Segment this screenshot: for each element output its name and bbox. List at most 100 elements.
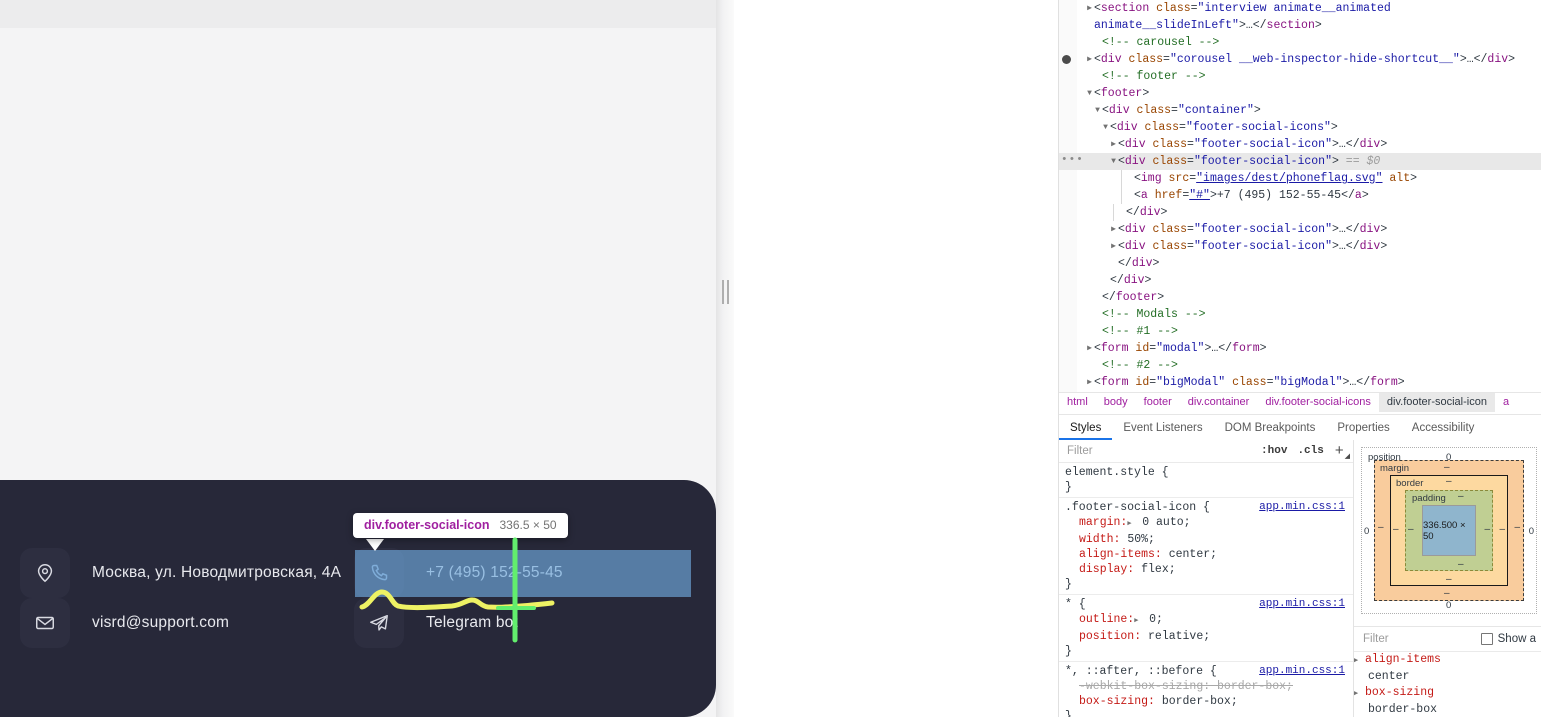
chevron-down-icon[interactable]: [1109, 153, 1118, 170]
dom-tree-row[interactable]: <form id="modal">…</form>: [1059, 340, 1541, 357]
panel-splitter[interactable]: [716, 0, 734, 717]
breadcrumb-item[interactable]: div.footer-social-icon: [1378, 393, 1495, 412]
dom-tree-row[interactable]: <!-- carousel -->: [1059, 34, 1541, 51]
css-rule[interactable]: *, ::after, ::before {app.min.css:1 -webk…: [1059, 662, 1353, 717]
cls-toggle-button[interactable]: .cls: [1292, 445, 1328, 457]
box-model-padding-top[interactable]: –: [1458, 491, 1464, 502]
dom-tree[interactable]: <section class="interview animate__anima…: [1059, 0, 1541, 392]
css-declaration[interactable]: margin: ▶ 0 auto;: [1065, 515, 1353, 532]
box-model-margin-left[interactable]: –: [1378, 522, 1384, 533]
box-model-padding-left[interactable]: –: [1408, 524, 1414, 535]
css-declaration[interactable]: outline: ▶ 0;: [1065, 612, 1353, 629]
chevron-down-icon[interactable]: [1085, 85, 1094, 102]
dom-tree-row[interactable]: <form id="bigModal" class="bigModal">…</…: [1059, 374, 1541, 391]
chevron-right-icon[interactable]: [1109, 136, 1118, 153]
dom-token-lnk[interactable]: "#": [1189, 189, 1210, 202]
dom-token-lnk[interactable]: "images/dest/phoneflag.svg": [1196, 172, 1382, 185]
box-model-diagram[interactable]: position 0 0 0 0 margin – – – – border –…: [1361, 447, 1537, 614]
css-property-value[interactable]: border-box;: [1155, 695, 1238, 708]
css-property-name[interactable]: margin:: [1065, 516, 1127, 529]
css-declaration[interactable]: -webkit-box-sizing: border-box;: [1065, 679, 1353, 694]
css-rule[interactable]: * {app.min.css:1 outline: ▶ 0; position: r…: [1059, 595, 1353, 662]
styles-filter-bar[interactable]: Filter :hov .cls +◢: [1059, 440, 1353, 463]
styles-filter-input[interactable]: Filter: [1059, 445, 1256, 457]
dom-tree-row[interactable]: <footer>: [1059, 85, 1541, 102]
box-model-border-right[interactable]: –: [1499, 524, 1505, 535]
checkbox-icon[interactable]: [1480, 633, 1493, 645]
splitter-grip-handle[interactable]: [721, 280, 730, 304]
chevron-right-icon[interactable]: [1109, 221, 1118, 238]
css-property-name[interactable]: box-sizing:: [1065, 695, 1155, 708]
chevron-right-icon[interactable]: [1085, 0, 1094, 17]
css-property-name[interactable]: position:: [1065, 630, 1141, 643]
box-model-margin-bottom[interactable]: –: [1444, 588, 1450, 599]
css-rule[interactable]: element.style {}: [1059, 463, 1353, 498]
breakpoint-dot-icon[interactable]: [1062, 55, 1071, 64]
dom-tree-row[interactable]: <div class="container">: [1059, 102, 1541, 119]
dom-tree-row[interactable]: <div class="footer-social-icon">…</div>: [1059, 136, 1541, 153]
chevron-down-icon[interactable]: [1093, 102, 1102, 119]
css-property-value[interactable]: 0;: [1142, 613, 1163, 626]
chevron-right-icon[interactable]: [1085, 51, 1094, 68]
dom-tree-row[interactable]: <!-- footer -->: [1059, 68, 1541, 85]
breadcrumb[interactable]: html body footer div.container div.footer-so…: [1059, 392, 1541, 412]
chevron-right-icon[interactable]: ▶: [1354, 653, 1363, 669]
css-rules-list[interactable]: element.style {} .footer-social-icon {app…: [1059, 463, 1353, 717]
dom-tree-row[interactable]: <div class="footer-social-icon">…</div>: [1059, 221, 1541, 238]
devtools-tab-bar[interactable]: Styles Event Listeners DOM Breakpoints Prop…: [1059, 414, 1541, 441]
tab-styles[interactable]: Styles: [1059, 415, 1112, 440]
css-declaration[interactable]: width: 50%;: [1065, 532, 1353, 547]
computed-filter-bar[interactable]: Filter Show a: [1354, 626, 1541, 652]
css-rule[interactable]: .footer-social-icon {app.min.css:1 margin…: [1059, 498, 1353, 595]
css-property-value[interactable]: 50%;: [1120, 533, 1155, 546]
css-property-value[interactable]: flex;: [1134, 563, 1176, 576]
css-property-value[interactable]: 0 auto;: [1135, 516, 1190, 529]
dom-tree-row[interactable]: <div class="footer-social-icon">…</div>: [1059, 238, 1541, 255]
computed-properties-list[interactable]: ▶ align-items center ▶ box-sizing border-box: [1354, 652, 1541, 717]
box-model-border-bottom[interactable]: –: [1446, 574, 1452, 585]
box-model-border-box[interactable]: border – – – – padding – – – – 336.500 ×…: [1390, 475, 1508, 586]
box-model-position-right[interactable]: 0: [1529, 526, 1534, 537]
breadcrumb-item[interactable]: html: [1059, 393, 1096, 412]
chevron-right-icon[interactable]: [1109, 238, 1118, 255]
dom-tree-row[interactable]: <a href="#">+7 (495) 152-55-45</a>: [1059, 187, 1541, 204]
dom-tree-row[interactable]: <section class="interview animate__anima…: [1059, 0, 1541, 17]
dom-tree-row[interactable]: <!-- #1 -->: [1059, 323, 1541, 340]
breadcrumb-item[interactable]: div.footer-social-icons: [1257, 393, 1379, 412]
box-model-padding-right[interactable]: –: [1484, 524, 1490, 535]
footer-contact-phone[interactable]: +7 (495) 152-55-45: [354, 548, 563, 598]
styles-pane[interactable]: Filter :hov .cls +◢ element.style {} .foo…: [1059, 440, 1354, 717]
box-model-border-left[interactable]: –: [1393, 524, 1399, 535]
computed-styles-pane[interactable]: position 0 0 0 0 margin – – – – border –…: [1354, 440, 1541, 717]
computed-property-row[interactable]: ▶ box-sizing: [1354, 685, 1541, 702]
css-property-value[interactable]: center;: [1162, 548, 1217, 561]
dom-tree-row[interactable]: <div class="corousel __web-inspector-hid…: [1059, 51, 1541, 68]
breadcrumb-item[interactable]: footer: [1136, 393, 1180, 412]
css-property-value[interactable]: border-box;: [1210, 680, 1293, 693]
footer-contact-email[interactable]: visrd@support.com: [20, 598, 341, 648]
footer-contact-telegram[interactable]: Telegram bot: [354, 598, 563, 648]
dom-tree-row[interactable]: <!-- Modals -->: [1059, 306, 1541, 323]
devtools-panel[interactable]: <section class="interview animate__anima…: [1058, 0, 1541, 717]
css-property-name[interactable]: width:: [1065, 533, 1120, 546]
box-model-margin-right[interactable]: –: [1514, 522, 1520, 533]
chevron-right-icon[interactable]: [1085, 340, 1094, 357]
css-rule-source-link[interactable]: app.min.css:1: [1259, 500, 1345, 515]
css-property-name[interactable]: outline:: [1065, 613, 1134, 626]
box-model-margin-top[interactable]: –: [1444, 462, 1450, 473]
breadcrumb-item[interactable]: a: [1495, 393, 1517, 412]
dom-tree-row[interactable]: </footer>: [1059, 289, 1541, 306]
box-model-margin-box[interactable]: margin – – – – border – – – – padding –: [1374, 460, 1524, 601]
dom-tree-row[interactable]: animate__slideInLeft">…</section>: [1059, 17, 1541, 34]
css-declaration[interactable]: align-items: center;: [1065, 547, 1353, 562]
dom-tree-row[interactable]: <div class="footer-social-icons">: [1059, 119, 1541, 136]
computed-filter-input[interactable]: Filter: [1354, 633, 1481, 645]
chevron-right-icon[interactable]: ▶: [1354, 686, 1363, 702]
chevron-down-icon[interactable]: [1101, 119, 1110, 136]
box-model-position-bottom[interactable]: 0: [1446, 600, 1451, 611]
css-property-value[interactable]: relative;: [1141, 630, 1210, 643]
dom-tree-row[interactable]: </div>: [1059, 204, 1541, 221]
box-model-content-box[interactable]: 336.500 × 50: [1422, 505, 1476, 556]
css-declaration[interactable]: position: relative;: [1065, 629, 1353, 644]
css-rule-source-link[interactable]: app.min.css:1: [1259, 664, 1345, 679]
